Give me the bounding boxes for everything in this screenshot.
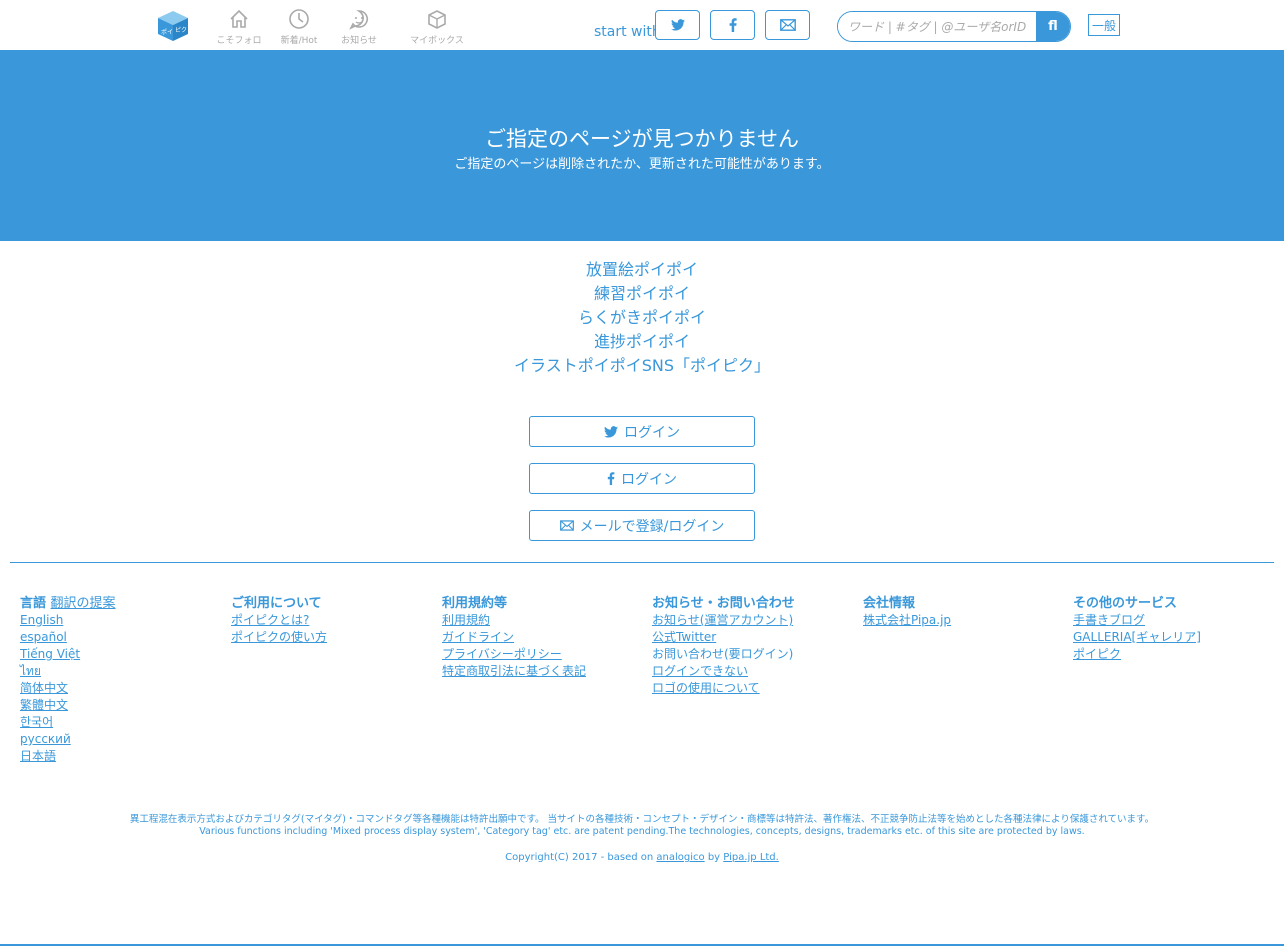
language-link[interactable]: 繁體中文: [20, 697, 225, 714]
about-link[interactable]: ポイピクの使い方: [231, 629, 436, 646]
svg-text:ポイ: ポイ: [161, 28, 173, 36]
copyright-mid: by: [704, 852, 724, 863]
terms-link[interactable]: プライバシーポリシー: [442, 646, 647, 663]
facebook-login-button[interactable]: ログイン: [529, 463, 755, 494]
footer-language-column: 言語 翻訳の提案 English español Tiếng Việt ไทย …: [20, 595, 225, 765]
footer-company-column: 会社情報 株式会社Pipa.jp: [863, 595, 1068, 629]
logo-cube-icon: ポイ ピク: [158, 11, 188, 41]
service-link[interactable]: ポイピク: [1073, 646, 1278, 663]
rating-filter-button[interactable]: 一般: [1088, 14, 1120, 36]
news-link[interactable]: ロゴの使用について: [652, 680, 857, 697]
footer-about-column: ご利用について ポイピクとは? ポイピクの使い方: [231, 595, 436, 646]
news-link[interactable]: 公式Twitter: [652, 629, 857, 646]
terms-link[interactable]: ガイドライン: [442, 629, 647, 646]
nav-notifications[interactable]: お知らせ: [329, 8, 389, 48]
not-found-banner: ご指定のページが見つかりません ご指定のページは削除されたか、更新された可能性が…: [0, 51, 1284, 241]
email-login-label: メールで登録/ログイン: [579, 518, 725, 535]
language-link[interactable]: 日本語: [20, 748, 225, 765]
nav-kosofollow[interactable]: こそフォロ: [209, 8, 269, 48]
start-twitter-button[interactable]: [655, 10, 700, 40]
terms-link[interactable]: 特定商取引法に基づく表記: [442, 663, 647, 680]
nav-kosofollow-label: こそフォロ: [216, 36, 262, 46]
news-link[interactable]: お知らせ(運営アカウント): [652, 612, 857, 629]
pipa-link[interactable]: Pipa.jp Ltd.: [723, 852, 779, 863]
nav-mybox[interactable]: マイボックス: [407, 8, 467, 48]
services-heading: その他のサービス: [1073, 596, 1178, 611]
start-email-button[interactable]: [765, 10, 810, 40]
company-heading: 会社情報: [863, 596, 916, 611]
home-icon: [230, 9, 248, 28]
twitter-icon: [670, 19, 685, 31]
search-box: fl: [837, 11, 1071, 42]
copyright-prefix: Copyright(C) 2017 - based on: [505, 852, 657, 863]
tag-link[interactable]: イラストポイポイSNS「ポイピク」: [0, 354, 1284, 378]
nav-new-hot-label: 新着/Hot: [280, 36, 318, 46]
nav-mybox-label: マイボックス: [410, 36, 464, 46]
facebook-login-label: ログイン: [621, 471, 677, 488]
service-link[interactable]: 手書きブログ: [1073, 612, 1278, 629]
svg-text:ピク: ピク: [175, 27, 187, 34]
language-heading: 言語 翻訳の提案: [20, 595, 225, 612]
legal-notice-ja: 異工程混在表示方式およびカテゴリタグ(マイタグ)・コマンドタグ等各種機能は特許出…: [129, 814, 1155, 825]
news-link[interactable]: ログインできない: [652, 663, 857, 680]
footer-terms-column: 利用規約等 利用規約 ガイドライン プライバシーポリシー 特定商取引法に基づく表…: [442, 595, 647, 680]
page-title: ご指定のページが見つかりません: [485, 127, 799, 151]
clock-icon: [289, 9, 309, 29]
analogico-link[interactable]: analogico: [656, 852, 704, 863]
start-facebook-button[interactable]: [710, 10, 755, 40]
email-login-button[interactable]: メールで登録/ログイン: [529, 510, 755, 541]
language-link[interactable]: 한국어: [20, 714, 225, 731]
language-link[interactable]: русский: [20, 731, 225, 748]
contact-text: お問い合わせ(要ログイン): [652, 647, 794, 661]
language-link[interactable]: 简体中文: [20, 680, 225, 697]
legal-notice-en: Various functions including 'Mixed proce…: [199, 826, 1085, 837]
tag-link[interactable]: 放置絵ポイポイ: [0, 258, 1284, 282]
site-header: ポイ ピク こそフォロ 新着/Hot お知らせ マイボックス start wit…: [0, 0, 1284, 51]
news-heading: お知らせ・お問い合わせ: [652, 596, 795, 611]
company-link[interactable]: 株式会社Pipa.jp: [863, 612, 1068, 629]
language-link[interactable]: español: [20, 629, 225, 646]
tag-links: 放置絵ポイポイ 練習ポイポイ らくがきポイポイ 進捗ポイポイ イラストポイポイS…: [0, 258, 1284, 378]
about-heading: ご利用について: [231, 596, 322, 611]
search-button[interactable]: fl: [1036, 12, 1070, 41]
facebook-icon: [607, 472, 615, 485]
footer-services-column: その他のサービス 手書きブログ GALLERIA[ギャレリア] ポイピク: [1073, 595, 1278, 663]
terms-heading: 利用規約等: [442, 596, 508, 611]
language-link[interactable]: English: [20, 612, 225, 629]
page-subtitle: ご指定のページは削除されたか、更新された可能性があります。: [454, 157, 830, 172]
language-prefix: 言語: [20, 596, 47, 611]
footer-divider: [10, 562, 1274, 563]
search-input[interactable]: [838, 12, 1036, 41]
tag-link[interactable]: らくがきポイポイ: [0, 306, 1284, 330]
facebook-icon: [729, 18, 737, 32]
chat-bubble-icon: [349, 10, 368, 30]
twitter-login-label: ログイン: [624, 424, 680, 441]
mail-icon: [559, 520, 574, 531]
twitter-login-button[interactable]: ログイン: [529, 416, 755, 447]
tag-link[interactable]: 練習ポイポイ: [0, 282, 1284, 306]
twitter-icon: [604, 425, 618, 438]
tag-link[interactable]: 進捗ポイポイ: [0, 330, 1284, 354]
start-with-label: start with: [594, 24, 661, 40]
service-link[interactable]: GALLERIA[ギャレリア]: [1073, 629, 1278, 646]
bottom-border: [0, 944, 1284, 946]
terms-link[interactable]: 利用規約: [442, 612, 647, 629]
poipiku-logo[interactable]: ポイ ピク: [157, 10, 189, 42]
nav-new-hot[interactable]: 新着/Hot: [269, 8, 329, 48]
language-link[interactable]: ไทย: [20, 663, 225, 680]
nav-notifications-label: お知らせ: [341, 36, 377, 46]
language-link[interactable]: Tiếng Việt: [20, 646, 225, 663]
copyright: Copyright(C) 2017 - based on analogico b…: [0, 852, 1284, 863]
footer-news-column: お知らせ・お問い合わせ お知らせ(運営アカウント) 公式Twitter お問い合…: [652, 595, 857, 697]
mail-icon: [779, 19, 796, 31]
about-link[interactable]: ポイピクとは?: [231, 612, 436, 629]
box-icon: [428, 10, 446, 29]
translation-suggest-link[interactable]: 翻訳の提案: [51, 596, 116, 611]
